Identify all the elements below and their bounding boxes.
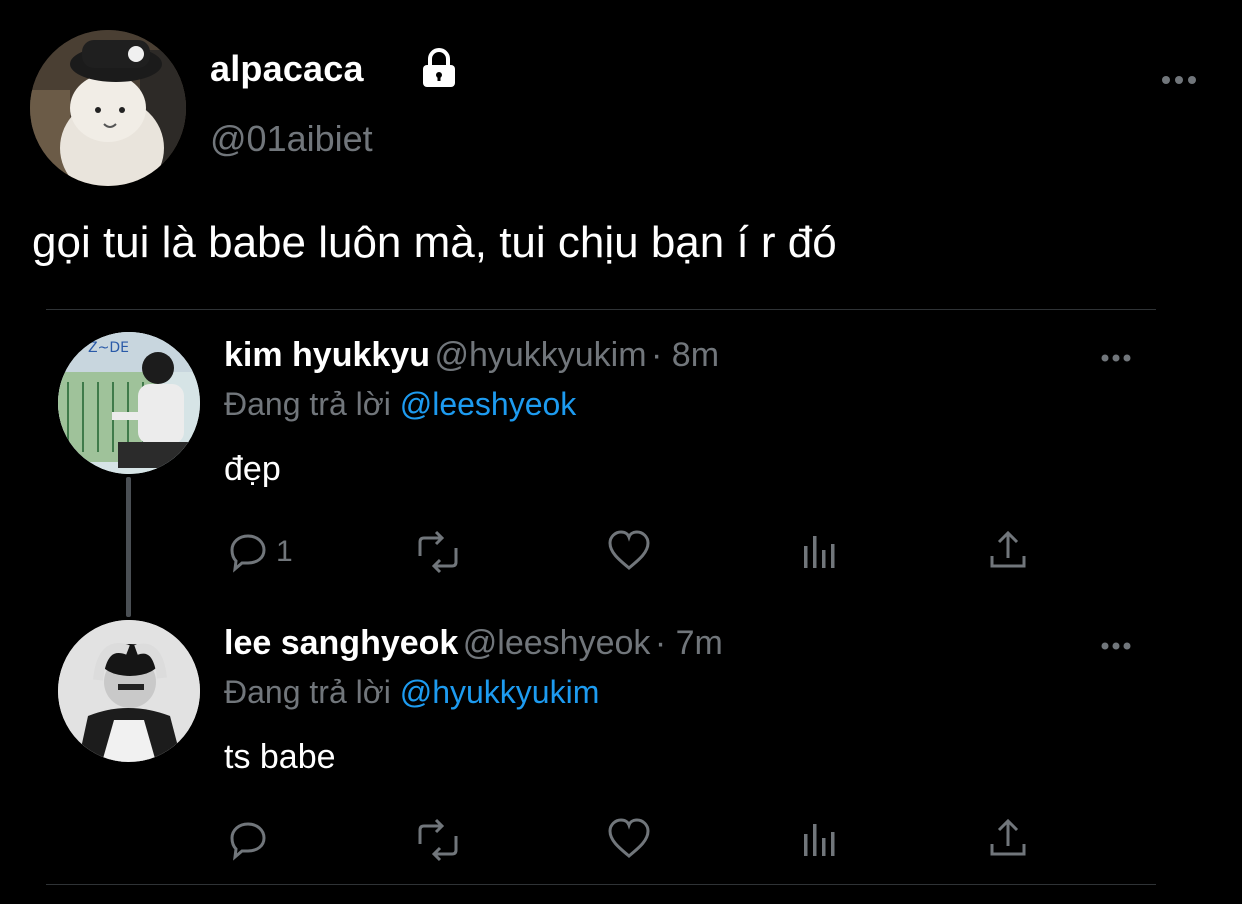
reply-header: lee sanghyeok @leeshyeok · 7m: [224, 624, 723, 663]
reply-avatar[interactable]: [58, 620, 200, 762]
retweet-icon: [412, 818, 464, 862]
replying-to: Đang trả lời @leeshyeok: [224, 386, 576, 423]
reply-more-icon[interactable]: [1098, 636, 1138, 656]
replying-to: Đang trả lời @hyukkyukim: [224, 674, 599, 711]
reply-display-name[interactable]: kim hyukkyu: [224, 336, 430, 374]
reply-button[interactable]: [226, 818, 276, 862]
like-button[interactable]: [606, 816, 652, 860]
share-button[interactable]: [988, 816, 1028, 860]
more-options-icon[interactable]: [1158, 64, 1200, 96]
retweet-button[interactable]: [412, 818, 464, 862]
retweet-icon: [412, 530, 464, 574]
reply-handle[interactable]: @leeshyeok: [463, 624, 651, 662]
reply-icon: [226, 818, 270, 862]
analytics-button[interactable]: [800, 818, 840, 862]
like-button[interactable]: [606, 528, 652, 572]
reply-avatar[interactable]: Z~DE: [58, 332, 200, 474]
like-icon: [606, 528, 652, 572]
reply-time[interactable]: · 8m: [651, 336, 719, 374]
like-icon: [606, 816, 652, 860]
reply-button[interactable]: 1: [226, 530, 293, 574]
reply-thread-card[interactable]: [46, 309, 1156, 885]
replying-to-label: Đang trả lời: [224, 674, 391, 710]
reply-time[interactable]: · 7m: [655, 624, 723, 662]
reply-text: ts babe: [224, 738, 336, 776]
reply-icon: [226, 530, 270, 574]
svg-text:Z~DE: Z~DE: [88, 340, 129, 356]
analytics-icon: [800, 530, 840, 574]
reply-text: đẹp: [224, 450, 281, 488]
replying-to-label: Đang trả lời: [224, 386, 391, 422]
lock-icon: [417, 46, 461, 90]
author-avatar[interactable]: [30, 30, 186, 186]
replying-to-mention[interactable]: @leeshyeok: [400, 386, 577, 422]
reply-more-icon[interactable]: [1098, 348, 1138, 368]
share-icon: [988, 816, 1028, 860]
reply-header: kim hyukkyu @hyukkyukim · 8m: [224, 336, 719, 375]
thread-connector-line: [126, 477, 131, 617]
share-icon: [988, 528, 1028, 572]
analytics-button[interactable]: [800, 530, 840, 574]
share-button[interactable]: [988, 528, 1028, 572]
author-display-name[interactable]: alpacaca: [210, 48, 364, 90]
tweet-text: gọi tui là babe luôn mà, tui chịu bạn í …: [32, 218, 837, 267]
reply-handle[interactable]: @hyukkyukim: [434, 336, 646, 374]
reply-display-name[interactable]: lee sanghyeok: [224, 624, 458, 662]
author-handle[interactable]: @01aibiet: [210, 118, 373, 160]
analytics-icon: [800, 818, 840, 862]
replying-to-mention[interactable]: @hyukkyukim: [400, 674, 600, 710]
retweet-button[interactable]: [412, 530, 464, 574]
reply-count: 1: [276, 535, 293, 568]
